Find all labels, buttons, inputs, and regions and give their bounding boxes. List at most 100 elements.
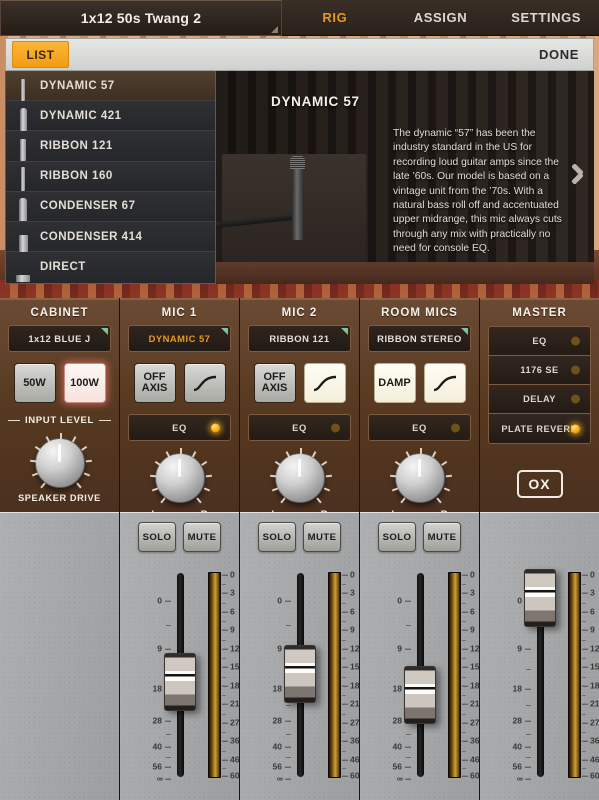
solo-button[interactable]: SOLO xyxy=(258,522,296,552)
fader-handle[interactable] xyxy=(524,569,556,627)
list-item[interactable]: RIBBON 121 xyxy=(6,131,215,162)
meter-scale-minor-tick xyxy=(342,658,346,659)
list-item[interactable]: CONDENSER 414 xyxy=(6,221,215,253)
cabinet-selector[interactable]: 1x12 BLUE J xyxy=(8,325,111,352)
detail-floor xyxy=(216,262,594,284)
ox-amp-top-box-app: 1x12 50s Twang 2 RIG ASSIGN SETTINGS LIS… xyxy=(0,0,599,800)
meter-scale-label: 27 xyxy=(230,717,240,728)
speaker-drive-knob[interactable] xyxy=(29,433,92,489)
fader-handle[interactable] xyxy=(404,666,436,724)
fx-led-indicator xyxy=(571,336,580,346)
done-button[interactable]: DONE xyxy=(539,47,579,62)
list-item-label: RIBBON 121 xyxy=(40,139,113,152)
detail-title: DYNAMIC 57 xyxy=(271,94,360,109)
room-mics-pan-knob[interactable] xyxy=(389,448,452,504)
eq-led-indicator xyxy=(451,423,460,432)
fader-handle[interactable] xyxy=(164,653,196,711)
meter-scale-label: 0 xyxy=(590,569,595,580)
fader-scale-label: 9 xyxy=(397,643,402,654)
eq-label: EQ xyxy=(292,422,307,433)
mic-2-selector[interactable]: RIBBON 121 xyxy=(248,325,351,352)
meter-scale-minor-tick xyxy=(222,713,226,715)
mute-button[interactable]: MUTE xyxy=(303,522,341,552)
meter-scale-label: 0 xyxy=(470,569,475,580)
mic-1-eq-button[interactable]: EQ xyxy=(128,414,231,441)
input-level-label: INPUT LEVEL xyxy=(25,415,94,426)
meter-scale-minor-tick xyxy=(222,584,226,585)
dropdown-corner-icon xyxy=(461,328,468,335)
level-meter xyxy=(568,572,581,778)
fader-scale-label: ∞ xyxy=(396,773,403,784)
low-cut-filter-button[interactable] xyxy=(303,363,346,403)
strip-mic-1-controls: MIC 1 DYNAMIC 57 OFF AXIS EQ xyxy=(120,298,239,519)
meter-scale-label: 60 xyxy=(230,770,240,781)
mute-button[interactable]: MUTE xyxy=(183,522,221,552)
meter-scale-label: 18 xyxy=(590,680,599,691)
mic-1-pan-knob[interactable] xyxy=(149,448,212,504)
fx-eq-row[interactable]: EQ xyxy=(489,327,590,356)
mic-2-pan-knob[interactable] xyxy=(269,448,332,504)
mute-button[interactable]: MUTE xyxy=(423,522,461,552)
list-button[interactable]: LIST xyxy=(12,41,69,68)
fader-scale-label: 18 xyxy=(272,683,282,694)
tab-rig[interactable]: RIG xyxy=(282,10,388,25)
fader-handle[interactable] xyxy=(284,645,316,703)
meter-scale-minor-tick xyxy=(342,750,346,752)
level-meter xyxy=(448,572,461,778)
meter-scale-minor-tick xyxy=(222,732,226,733)
low-cut-filter-button[interactable] xyxy=(423,363,466,403)
mic-2-eq-button[interactable]: EQ xyxy=(248,414,351,441)
list-item[interactable]: DYNAMIC 421 xyxy=(6,101,215,132)
knob-ticks xyxy=(29,433,92,495)
solo-button[interactable]: SOLO xyxy=(138,522,176,552)
solo-button[interactable]: SOLO xyxy=(378,522,416,552)
fader-scale-minor-tick xyxy=(166,625,171,626)
microphone-icon xyxy=(6,131,40,161)
damp-button[interactable]: DAMP xyxy=(373,363,416,403)
tab-assign[interactable]: ASSIGN xyxy=(388,10,494,25)
power-50w-button[interactable]: 50W xyxy=(13,363,56,403)
fx-1176-se-row[interactable]: 1176 SE xyxy=(489,356,590,385)
list-item[interactable]: DYNAMIC 57 xyxy=(6,71,215,102)
filter-curve-icon xyxy=(433,375,456,392)
fader-scale-label: 0 xyxy=(397,595,402,606)
meter-scale-minor-tick xyxy=(462,621,466,622)
meter-scale-minor-tick xyxy=(342,768,346,769)
tab-settings[interactable]: SETTINGS xyxy=(493,10,599,25)
list-item[interactable]: CONDENSER 67 xyxy=(6,191,215,222)
cabinet-selector-value: 1x12 BLUE J xyxy=(28,333,91,344)
meter-scale-label: 21 xyxy=(350,698,360,709)
meter-scale-minor-tick xyxy=(462,713,466,715)
mic-1-selector[interactable]: DYNAMIC 57 xyxy=(128,325,231,352)
fx-led-indicator xyxy=(571,424,580,433)
microphone-photo xyxy=(290,156,305,240)
fader-scale-label: 56 xyxy=(272,761,282,772)
fx-plate-reverb-row[interactable]: PLATE REVERB xyxy=(489,414,590,443)
top-header-bar: 1x12 50s Twang 2 RIG ASSIGN SETTINGS xyxy=(0,0,599,36)
fader-scale-label: 18 xyxy=(512,683,522,694)
meter-scale-minor-tick xyxy=(582,621,586,622)
fx-delay-row[interactable]: DELAY xyxy=(489,385,590,414)
mic-list-panel[interactable]: DYNAMIC 57 DYNAMIC 421 RIBBON 121 RIBBON… xyxy=(5,71,216,284)
meter-scale-label: 6 xyxy=(470,606,475,617)
preset-selector[interactable]: 1x12 50s Twang 2 xyxy=(0,0,282,36)
low-cut-filter-button[interactable] xyxy=(183,363,226,403)
power-100w-button[interactable]: 100W xyxy=(63,363,106,403)
chevron-right-icon[interactable] xyxy=(566,157,588,191)
fader-scale-label: 9 xyxy=(157,643,162,654)
list-item-label: DYNAMIC 57 xyxy=(40,79,115,92)
meter-scale-minor-tick xyxy=(582,750,586,752)
fx-label: 1176 SE xyxy=(520,365,559,375)
off-axis-button[interactable]: OFF AXIS xyxy=(253,363,296,403)
knob-ticks xyxy=(269,448,332,510)
preset-name-label: 1x12 50s Twang 2 xyxy=(80,10,202,26)
list-item[interactable]: DIRECT xyxy=(6,252,215,283)
room-mics-eq-button[interactable]: EQ xyxy=(368,414,471,441)
room-mics-selector[interactable]: RIBBON STEREO xyxy=(368,325,471,352)
meter-scale-label: 18 xyxy=(230,680,240,691)
nav-tabs: RIG ASSIGN SETTINGS xyxy=(282,0,599,35)
meter-scale-minor-tick xyxy=(582,658,586,659)
meter-scale-label: 46 xyxy=(590,754,599,765)
list-item[interactable]: RIBBON 160 xyxy=(6,161,215,192)
off-axis-button[interactable]: OFF AXIS xyxy=(133,363,176,403)
